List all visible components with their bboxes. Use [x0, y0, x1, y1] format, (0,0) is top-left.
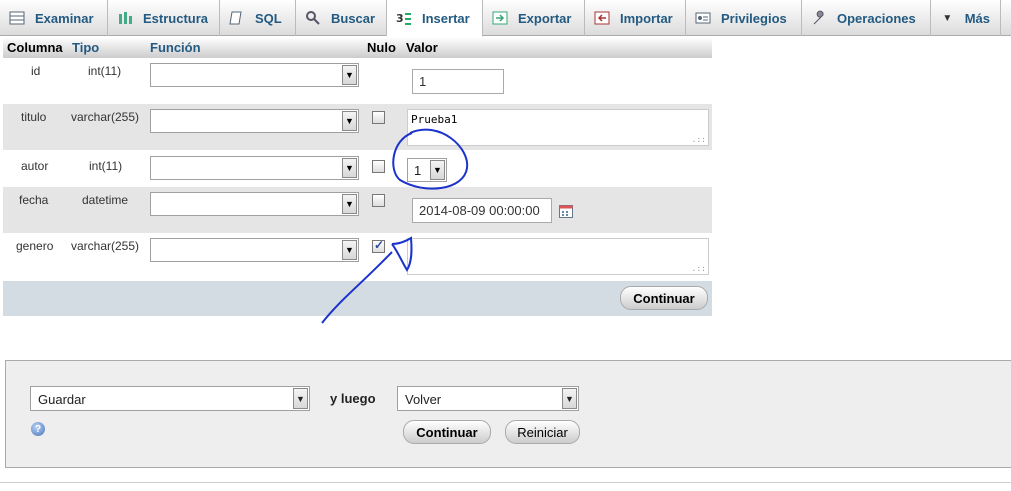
- table-header: Columna Tipo Función Nulo Valor: [3, 37, 712, 58]
- tab-mas[interactable]: ▼ Más: [931, 0, 1001, 36]
- continue-button[interactable]: Continuar: [403, 420, 491, 444]
- function-select[interactable]: ▼: [150, 63, 359, 87]
- insert-options-panel: Guardar ▼ y luego Volver ▼ ? Continuar R…: [5, 360, 1011, 468]
- chevron-down-icon: ▼: [342, 240, 357, 260]
- header-valor: Valor: [406, 40, 438, 55]
- column-type: varchar(255): [71, 110, 140, 124]
- null-checkbox[interactable]: [372, 111, 385, 124]
- chevron-down-icon: ▼: [342, 158, 357, 178]
- then-label: y luego: [330, 391, 376, 406]
- value-textarea[interactable]: .::: [407, 238, 709, 275]
- chevron-down-icon: ▼: [562, 388, 577, 409]
- tab-importar[interactable]: Importar: [585, 0, 686, 36]
- help-icon[interactable]: ?: [31, 422, 45, 436]
- form-footer: Continuar: [3, 281, 712, 316]
- datetime-input[interactable]: 2014-08-09 00:00:00: [412, 198, 552, 223]
- tab-buscar[interactable]: Buscar: [296, 0, 387, 36]
- chevron-down-icon: ▼: [342, 65, 357, 85]
- tab-insertar[interactable]: 3 Insertar: [387, 0, 483, 37]
- table-row: fecha datetime ▼ 2014-08-09 00:00:00: [3, 187, 712, 233]
- chevron-down-icon: ▼: [293, 388, 308, 409]
- header-funcion: Función: [150, 40, 201, 55]
- reset-button[interactable]: Reiniciar: [505, 420, 580, 444]
- column-type: int(11): [88, 64, 122, 78]
- value-select[interactable]: 1 ▼: [407, 158, 447, 182]
- header-nulo: Nulo: [367, 40, 396, 55]
- chevron-down-icon: ▼: [342, 194, 357, 214]
- value-input[interactable]: 1: [412, 69, 504, 94]
- value-textarea[interactable]: Prueba1 .::: [407, 109, 709, 146]
- divider: [0, 482, 1011, 483]
- table-browse-icon: [8, 10, 26, 26]
- header-tipo[interactable]: Tipo: [72, 40, 99, 55]
- table-row: titulo varchar(255) ▼ Prueba1 .::: [3, 104, 712, 150]
- column-name: id: [31, 64, 41, 78]
- tab-operaciones[interactable]: Operaciones: [802, 0, 931, 36]
- tab-sql[interactable]: SQL: [220, 0, 296, 36]
- chevron-down-icon: ▼: [342, 111, 357, 131]
- table-row: autor int(11) ▼ 1 ▼: [3, 150, 712, 187]
- svg-text:3: 3: [396, 12, 404, 25]
- tab-privilegios[interactable]: Privilegios: [686, 0, 802, 36]
- chevron-down-icon: ▼: [430, 160, 445, 180]
- function-select[interactable]: ▼: [150, 192, 359, 216]
- column-name: fecha: [19, 193, 49, 207]
- tab-examinar[interactable]: Examinar: [0, 0, 108, 36]
- column-type: int(11): [89, 159, 123, 173]
- calendar-icon[interactable]: [559, 205, 573, 221]
- table-row: id int(11) ▼ 1: [3, 58, 712, 104]
- import-icon: [593, 10, 611, 26]
- tab-exportar[interactable]: Exportar: [483, 0, 585, 36]
- wrench-icon: [810, 10, 828, 26]
- column-name: genero: [16, 239, 54, 253]
- continue-button[interactable]: Continuar: [620, 286, 708, 310]
- null-checkbox[interactable]: [372, 238, 385, 253]
- resize-grip-icon[interactable]: .::: [692, 135, 706, 144]
- tab-bar: Examinar Estructura SQL Buscar 3 Inserta…: [0, 0, 1011, 37]
- function-select[interactable]: ▼: [150, 109, 359, 133]
- function-select[interactable]: ▼: [150, 238, 359, 262]
- column-type: varchar(255): [71, 239, 140, 253]
- action-select[interactable]: Guardar ▼: [30, 386, 310, 411]
- tab-estructura[interactable]: Estructura: [108, 0, 220, 36]
- triangle-down-icon: ▼: [942, 12, 953, 24]
- column-name: titulo: [21, 110, 47, 124]
- header-columna: Columna: [7, 40, 63, 55]
- resize-grip-icon[interactable]: .::: [692, 264, 706, 273]
- export-icon: [491, 10, 509, 26]
- insert-icon: 3: [395, 10, 413, 26]
- after-insert-select[interactable]: Volver ▼: [397, 386, 579, 411]
- table-row: genero varchar(255) ▼ .::: [3, 233, 712, 281]
- sql-icon: [228, 10, 246, 26]
- column-name: autor: [21, 159, 49, 173]
- search-icon: [304, 10, 322, 26]
- function-select[interactable]: ▼: [150, 156, 359, 180]
- null-checkbox[interactable]: [372, 194, 385, 207]
- null-checkbox[interactable]: [372, 160, 385, 173]
- column-type: datetime: [82, 193, 129, 207]
- structure-icon: [116, 10, 134, 26]
- privileges-icon: [694, 10, 712, 26]
